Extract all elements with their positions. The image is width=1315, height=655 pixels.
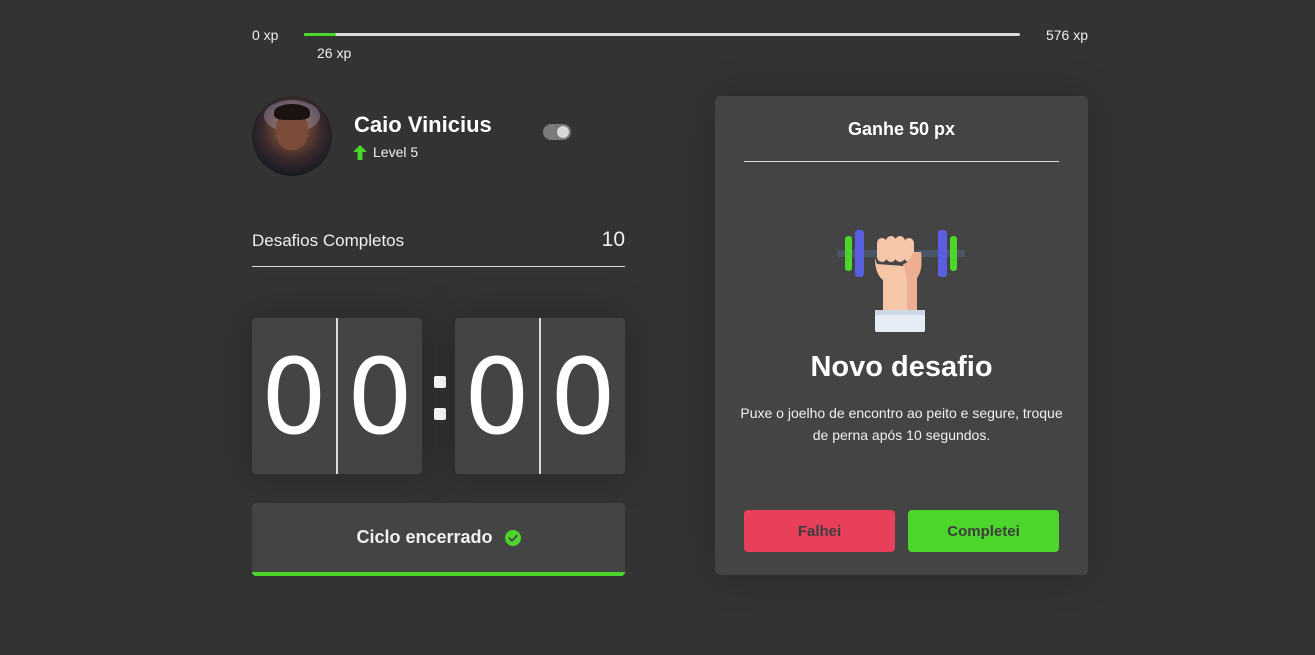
check-circle-icon <box>504 529 521 546</box>
completed-button[interactable]: Completei <box>908 510 1059 552</box>
countdown-colon <box>428 318 450 474</box>
xp-progress-fill <box>304 33 337 36</box>
challenge-card-header: Ganhe 50 px <box>744 96 1059 162</box>
second-digit-left: 0 <box>463 336 531 458</box>
xp-min-label: 0 xp <box>252 27 279 43</box>
countdown-seconds: 0 0 <box>455 318 625 474</box>
countdown: 0 0 0 0 <box>252 318 625 474</box>
failed-button[interactable]: Falhei <box>744 510 895 552</box>
xp-bar: 0 xp 26 xp 576 xp <box>252 24 1088 64</box>
profile-name: Caio Vinicius <box>354 112 492 137</box>
profile: Caio Vinicius Level 5 <box>252 96 625 176</box>
challenge-title: Novo desafio <box>810 351 993 383</box>
cycle-finished-label: Ciclo encerrado <box>356 527 493 547</box>
profile-level-label: Level 5 <box>373 144 419 160</box>
challenge-description: Puxe o joelho de encontro ao peito e seg… <box>740 405 1063 443</box>
completed-challenges-label: Desafios Completos <box>252 231 405 250</box>
minute-digit-right: 0 <box>346 336 414 458</box>
xp-progress-track <box>304 33 1020 36</box>
toggle-knob <box>557 126 569 138</box>
countdown-minutes: 0 0 <box>252 318 422 474</box>
left-column: Caio Vinicius Level 5 Desafios Completos… <box>252 96 625 576</box>
minute-digit-left: 0 <box>260 336 328 458</box>
profile-level: Level 5 <box>353 144 418 160</box>
second-digit-right: 0 <box>549 336 617 458</box>
xp-current-label: 26 xp <box>317 45 352 61</box>
challenge-reward: Ganhe 50 px <box>847 119 956 139</box>
cycle-finished-button[interactable]: Ciclo encerrado <box>252 503 625 576</box>
theme-toggle[interactable] <box>543 124 571 140</box>
completed-challenges-count: 10 <box>601 228 625 251</box>
completed-challenges: Desafios Completos 10 <box>252 224 625 267</box>
arrow-up-icon <box>353 144 367 160</box>
xp-max-label: 576 xp <box>1045 27 1088 43</box>
avatar <box>252 96 332 176</box>
challenge-card: Ganhe 50 px Novo desafio Puxe o joelho d… <box>715 96 1088 575</box>
dumbbell-icon <box>837 230 965 332</box>
